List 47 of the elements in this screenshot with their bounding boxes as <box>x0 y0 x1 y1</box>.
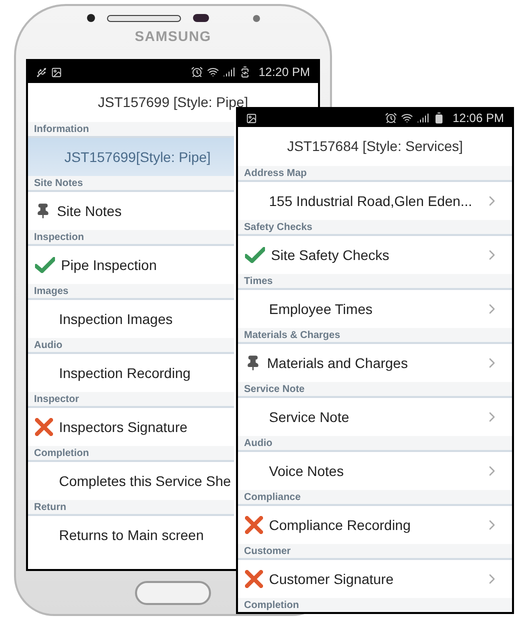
section-header-text: Audio <box>34 338 62 352</box>
image-icon <box>246 112 257 124</box>
item-label: Inspection Images <box>59 310 173 329</box>
item-label: Returns to Main screen <box>59 526 204 544</box>
section-header-text: Inspection <box>34 230 84 244</box>
screen-title: JST157699 [Style: Pipe] <box>98 93 248 112</box>
item-label: Inspectors Signature <box>59 418 188 437</box>
section-header-text: Return <box>34 500 66 514</box>
section-header-text: Images <box>34 284 68 298</box>
alarm-icon <box>190 66 203 78</box>
section-header-text: Completion <box>34 446 89 460</box>
item-label: Customer Signature <box>269 570 395 589</box>
screen-title: JST157684 [Style: Services] <box>287 137 463 156</box>
item-label: Service Note <box>269 408 350 426</box>
image-icon <box>51 66 62 78</box>
brand-logo: SAMSUNG <box>134 27 212 46</box>
item-label: Site Safety Checks <box>271 246 390 265</box>
section-header-text: Safety Checks <box>244 220 312 234</box>
section-header-text: Service Note <box>244 382 305 396</box>
item-label: Compliance Recording <box>269 516 412 535</box>
item-label: Voice Notes <box>269 462 345 480</box>
item-label: Completes this Service She <box>59 472 231 491</box>
section-header-text: Address Map <box>244 166 307 180</box>
item-label: Inspection Recording <box>59 364 191 383</box>
section-header-text: Inspector <box>34 392 80 406</box>
item-label: Materials and Charges <box>267 354 409 373</box>
camera-icon <box>86 14 94 22</box>
home-button[interactable] <box>135 580 211 604</box>
sensor-icon <box>192 14 208 22</box>
section-header-text: Customer <box>244 544 291 558</box>
camera-icon <box>252 14 260 22</box>
section-header-text: Completion <box>244 598 299 612</box>
item-label: JST157699[Style: Pipe] <box>64 148 211 167</box>
alarm-icon <box>384 112 397 124</box>
section-header-text: Materials & Charges <box>244 328 340 342</box>
status-time: 12:06 PM <box>452 110 504 127</box>
item-label: Pipe Inspection <box>61 256 157 275</box>
item-label: Employee Times <box>269 300 374 319</box>
list-item[interactable]: JST157699[Style: Pipe] <box>28 138 234 176</box>
section-header-text: Times <box>244 274 273 288</box>
section-header-text: Site Notes <box>34 176 83 190</box>
status-time: 12:20 PM <box>258 64 310 81</box>
item-label: Site Notes <box>57 202 122 220</box>
section-header-text: Information <box>34 122 89 136</box>
section-header-text: Audio <box>244 436 272 450</box>
section-header-text: Compliance <box>244 490 301 504</box>
item-label: 155 Industrial Road,Glen Eden... <box>269 192 474 210</box>
